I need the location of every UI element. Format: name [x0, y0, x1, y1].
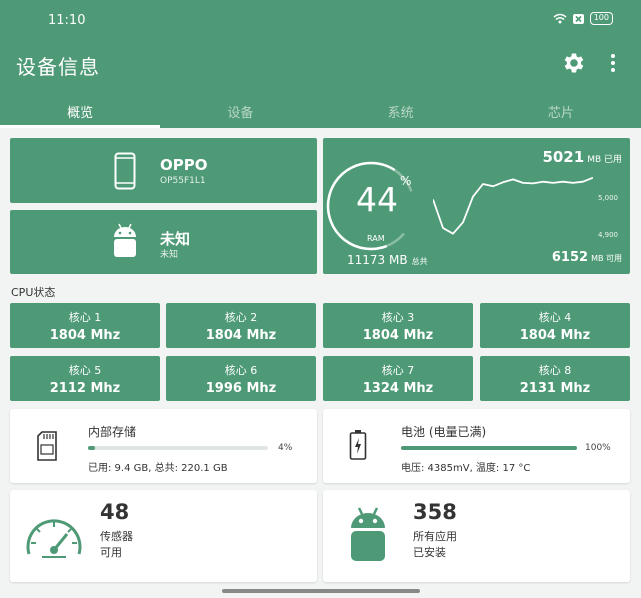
core-name: 核心 4: [538, 311, 572, 324]
tab-system[interactable]: 系统: [321, 96, 481, 128]
battery-title: 电池 (电量已满): [401, 425, 487, 439]
more-options-button[interactable]: [604, 50, 622, 76]
status-icons: 100: [553, 12, 613, 25]
settings-button[interactable]: [560, 50, 586, 76]
cpu-section-label: CPU状态: [11, 286, 56, 299]
battery-indicator: 100: [589, 12, 613, 25]
phone-icon: [114, 152, 136, 190]
gesture-nav-bar[interactable]: [222, 589, 420, 593]
ram-total: 11173 MB 总共: [347, 253, 428, 267]
cpu-core-card[interactable]: 核心 4 1804 Mhz: [480, 303, 630, 348]
core-freq: 1804 Mhz: [362, 328, 434, 343]
gear-icon: [564, 53, 584, 73]
core-freq: 1804 Mhz: [519, 328, 591, 343]
app-bar: 11:10 100 设备信息 概览 设备 系统 芯片: [0, 0, 641, 128]
cpu-core-card[interactable]: 核心 1 1804 Mhz: [10, 303, 160, 348]
battery-progress-fill: [401, 446, 577, 450]
sensors-card[interactable]: 48 传感器 可用: [10, 490, 317, 582]
device-brand: OPPO: [160, 156, 208, 174]
android-apps-icon: [351, 507, 385, 561]
storage-percent: 4%: [278, 443, 293, 453]
cpu-core-card[interactable]: 核心 6 1996 Mhz: [166, 356, 316, 401]
core-freq: 1804 Mhz: [205, 328, 277, 343]
core-freq: 1804 Mhz: [49, 328, 121, 343]
cpu-core-card[interactable]: 核心 3 1804 Mhz: [323, 303, 473, 348]
ram-used: 5021 MB 已用: [542, 148, 622, 166]
tab-overview[interactable]: 概览: [0, 96, 161, 128]
core-name: 核心 7: [381, 364, 415, 377]
ram-tick-low: 4,900: [597, 231, 618, 239]
tab-device[interactable]: 设备: [160, 96, 320, 128]
core-freq: 2112 Mhz: [49, 381, 121, 396]
ram-percent: 44%: [356, 174, 412, 219]
core-name: 核心 3: [381, 311, 415, 324]
android-icon: [114, 223, 136, 257]
core-name: 核心 5: [68, 364, 102, 377]
battery-charging-icon: [349, 430, 367, 460]
sensors-label: 传感器: [100, 530, 133, 543]
ram-card[interactable]: 44% RAM 11173 MB 总共 5021 MB 已用 6152 MB 可用 5…: [323, 138, 630, 274]
device-card[interactable]: OPPO OP55F1L1: [10, 138, 317, 203]
battery-card[interactable]: 电池 (电量已满) 100% 电压: 4385mV, 温度: 17 °C: [323, 409, 630, 483]
sensors-status: 可用: [100, 546, 122, 559]
speedometer-icon: [26, 519, 82, 558]
storage-progress-fill: [88, 446, 96, 450]
storage-progress-bar: [88, 446, 268, 450]
ram-available: 6152 MB 可用: [551, 250, 622, 265]
android-version-sub: 未知: [160, 250, 179, 260]
cpu-core-card[interactable]: 核心 8 2131 Mhz: [480, 356, 630, 401]
sensors-count: 48: [100, 500, 130, 524]
more-vert-icon: [611, 54, 615, 72]
wifi-icon: [553, 13, 567, 24]
battery-detail: 电压: 4385mV, 温度: 17 °C: [401, 463, 531, 474]
sim-disabled-icon: [572, 13, 584, 24]
apps-label: 所有应用: [413, 530, 457, 543]
storage-detail: 已用: 9.4 GB, 总共: 220.1 GB: [88, 463, 228, 474]
device-model: OP55F1L1: [160, 176, 206, 186]
android-version-card[interactable]: 未知 未知: [10, 210, 317, 274]
storage-title: 内部存储: [88, 425, 137, 439]
apps-count: 358: [413, 500, 457, 524]
core-freq: 2131 Mhz: [519, 381, 591, 396]
cpu-core-card[interactable]: 核心 7 1324 Mhz: [323, 356, 473, 401]
battery-progress-bar: [401, 446, 577, 450]
sd-card-icon: [37, 431, 57, 461]
ram-tick-high: 5,000: [597, 194, 618, 202]
battery-percent: 100%: [585, 443, 611, 453]
cpu-core-card[interactable]: 核心 2 1804 Mhz: [166, 303, 316, 348]
ram-history-chart: [433, 176, 593, 235]
ram-history-line: [433, 176, 593, 235]
core-name: 核心 2: [224, 311, 258, 324]
core-name: 核心 1: [68, 311, 102, 324]
tab-chip[interactable]: 芯片: [481, 96, 641, 128]
page-title: 设备信息: [16, 55, 100, 79]
core-name: 核心 8: [538, 364, 572, 377]
storage-card[interactable]: 内部存储 4% 已用: 9.4 GB, 总共: 220.1 GB: [10, 409, 317, 483]
android-version: 未知: [160, 230, 191, 248]
apps-card[interactable]: 358 所有应用 已安装: [323, 490, 630, 582]
apps-status: 已安装: [413, 546, 446, 559]
core-freq: 1324 Mhz: [362, 381, 434, 396]
cpu-core-card[interactable]: 核心 5 2112 Mhz: [10, 356, 160, 401]
status-time: 11:10: [48, 13, 86, 28]
tab-bar: 概览 设备 系统 芯片: [0, 96, 641, 128]
core-freq: 1996 Mhz: [205, 381, 277, 396]
ram-label: RAM: [367, 234, 385, 243]
core-name: 核心 6: [224, 364, 258, 377]
